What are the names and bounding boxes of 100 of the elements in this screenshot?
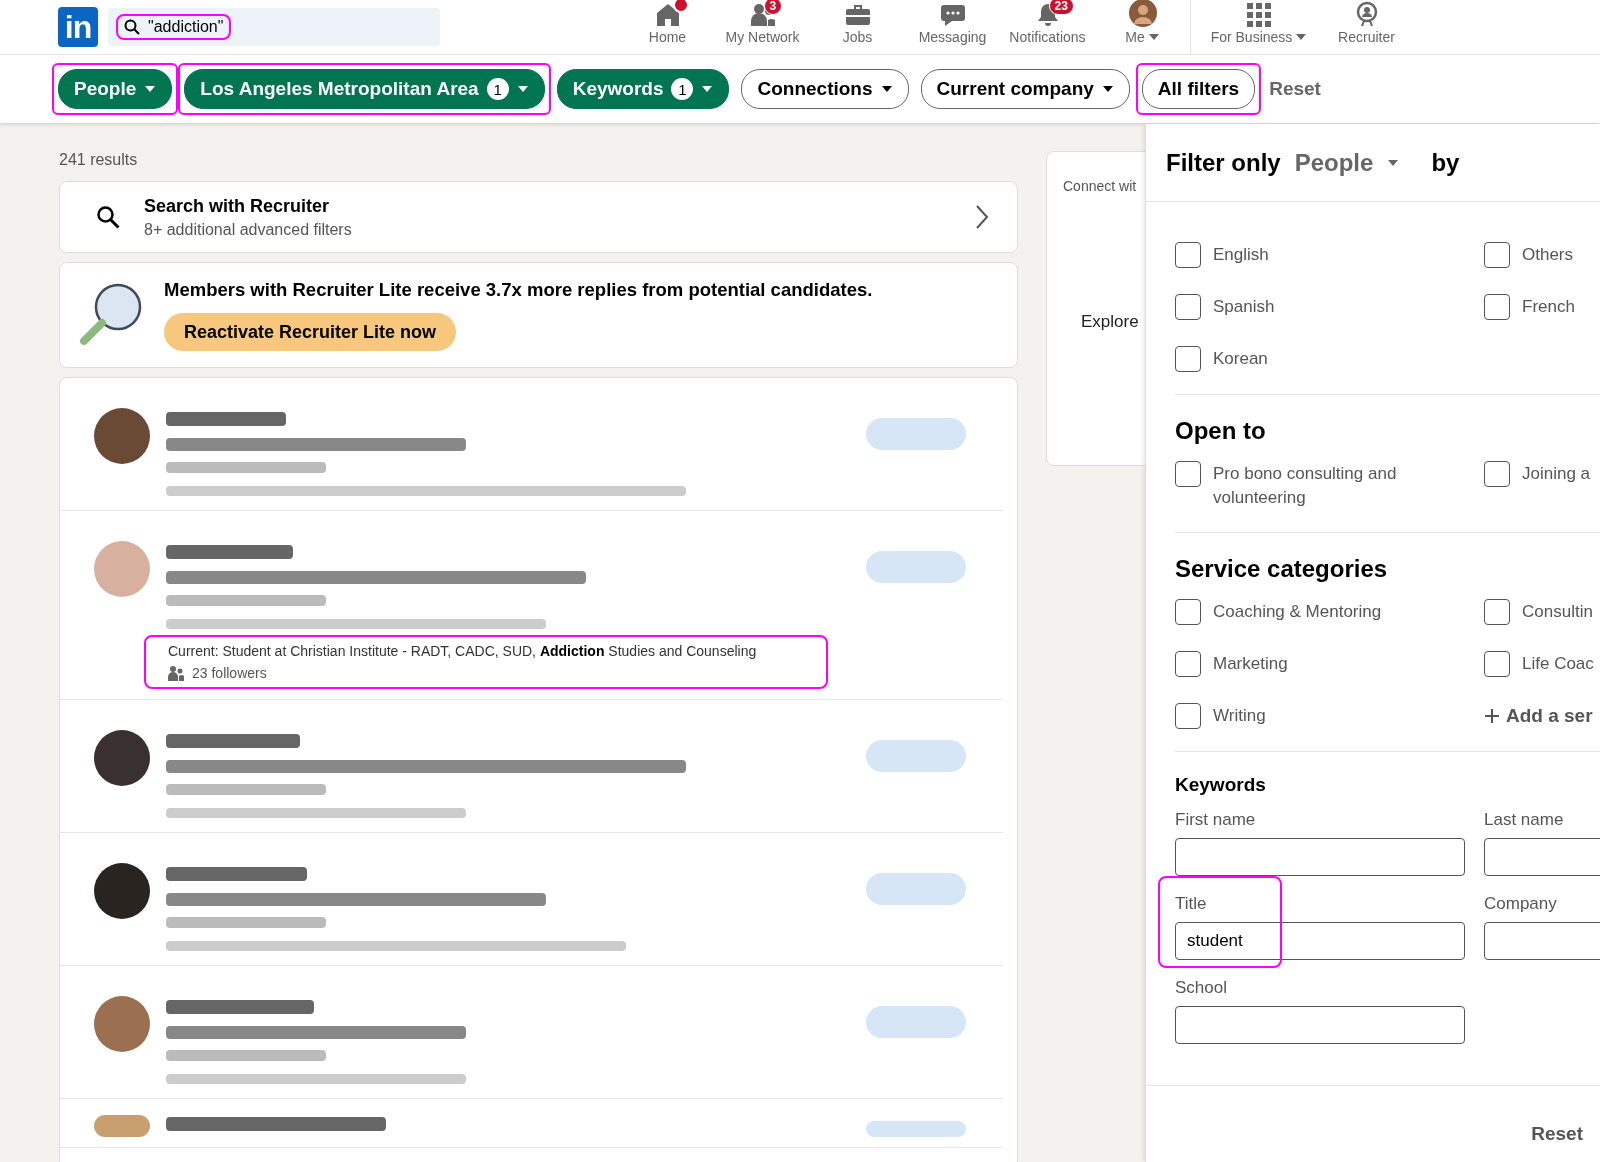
nav-item[interactable]: Home: [620, 0, 715, 54]
magnifier-icon: [78, 282, 144, 348]
search-icon: [96, 205, 120, 229]
checkbox-option[interactable]: Writing: [1175, 703, 1484, 729]
count-badge: 1: [486, 78, 509, 100]
checkbox[interactable]: [1484, 599, 1510, 625]
field-label: First name: [1175, 810, 1257, 830]
card-text: Connect wit: [1063, 178, 1137, 194]
caret-icon: [1101, 85, 1114, 93]
nav-item[interactable]: Jobs: [810, 0, 905, 54]
field-label: Company: [1484, 894, 1558, 914]
option-label: Korean: [1213, 348, 1268, 370]
checkbox[interactable]: [1175, 703, 1201, 729]
reactivate-button[interactable]: Reactivate Recruiter Lite now: [164, 313, 457, 351]
input-field[interactable]: [1175, 838, 1465, 876]
snippet-text: Current: Student at Christian Institute - RADT, CADC, SUD, Addiction Studies and Counseling: [168, 643, 758, 659]
checkbox-option[interactable]: Others: [1484, 242, 1600, 268]
logo[interactable]: in: [58, 7, 98, 47]
people-icon: [168, 665, 184, 681]
caret-icon: [516, 85, 529, 93]
filter-pill[interactable]: Los Angeles Metropolitan Area 1: [178, 63, 551, 115]
count-badge: 1: [671, 78, 694, 100]
followers-count: 23 followers: [192, 665, 267, 681]
chevron-right-icon: [975, 204, 989, 230]
checkbox-option[interactable]: Spanish: [1175, 294, 1484, 320]
plus-icon: [1484, 708, 1500, 724]
checkbox-option[interactable]: Korean: [1175, 346, 1484, 372]
option-label: Life Coac: [1522, 653, 1594, 675]
nav-item[interactable]: For Business: [1199, 0, 1319, 54]
recruiter-search-card[interactable]: Search with Recruiter 8+ additional advanced filters: [59, 181, 1018, 253]
caret-icon: [144, 85, 157, 93]
caret-icon: [880, 85, 893, 93]
checkbox[interactable]: [1175, 651, 1201, 677]
search-icon: [124, 19, 140, 35]
card-subtitle: 8+ additional advanced filters: [144, 220, 353, 239]
briefcase-icon: [844, 3, 871, 27]
section-heading: Service categories: [1175, 554, 1389, 584]
nav-item[interactable]: 23 Notifications: [1000, 0, 1095, 54]
field-label: Last name: [1484, 810, 1565, 830]
option-label: Marketing: [1213, 653, 1288, 675]
reset-button[interactable]: Reset: [1525, 1122, 1589, 1146]
option-label: English: [1213, 244, 1269, 266]
filter-pill[interactable]: People: [52, 63, 179, 115]
input-field[interactable]: student: [1175, 922, 1465, 960]
caret-icon: [701, 85, 714, 93]
checkbox-option[interactable]: Joining a: [1484, 461, 1600, 510]
nav-item[interactable]: 3 My Network: [715, 0, 810, 54]
checkbox-option[interactable]: Life Coac: [1484, 651, 1600, 677]
results-count: 241 results: [59, 151, 139, 169]
section-heading: Open to: [1175, 416, 1267, 446]
checkbox[interactable]: [1484, 242, 1510, 268]
checkbox-option[interactable]: Consultin: [1484, 599, 1600, 625]
checkbox[interactable]: [1175, 242, 1201, 268]
checkbox[interactable]: [1175, 599, 1201, 625]
checkbox[interactable]: [1175, 461, 1201, 487]
option-label: Coaching & Mentoring: [1213, 601, 1382, 623]
option-label: Pro bono consulting and volunteering: [1213, 463, 1398, 509]
filter-pill[interactable]: All filters: [1135, 63, 1262, 115]
nav-item[interactable]: Me: [1095, 0, 1190, 54]
notification-badge: 23: [1048, 0, 1074, 15]
checkbox-option[interactable]: French: [1484, 294, 1600, 320]
checkbox-option[interactable]: Pro bono consulting and volunteering: [1175, 461, 1484, 510]
notification-badge: 3: [763, 0, 783, 15]
option-label: Others: [1522, 244, 1574, 266]
apps-grid-icon: [1247, 3, 1271, 27]
checkbox-option[interactable]: Marketing: [1175, 651, 1484, 677]
checkbox[interactable]: [1484, 294, 1510, 320]
avatar: [1128, 0, 1157, 27]
search-query: "addiction": [147, 18, 224, 36]
input-field[interactable]: [1175, 1006, 1465, 1044]
checkbox[interactable]: [1484, 651, 1510, 677]
option-label: French: [1522, 296, 1575, 318]
checkbox[interactable]: [1175, 294, 1201, 320]
caret-icon: [1387, 158, 1400, 167]
option-label: Consultin: [1522, 601, 1593, 623]
caret-icon: [1147, 33, 1160, 41]
promo-text: Members with Recruiter Lite receive 3.7x more replies from potential candidates.: [164, 279, 873, 301]
option-label: Writing: [1213, 705, 1266, 727]
field-label: School: [1175, 978, 1228, 998]
panel-title-suffix: by: [1431, 148, 1460, 177]
nav-item[interactable]: Messaging: [905, 0, 1000, 54]
checkbox[interactable]: [1484, 461, 1510, 487]
option-label: Spanish: [1213, 296, 1275, 318]
panel-title: Filter only: [1166, 148, 1281, 177]
chat-bubble-icon: [939, 3, 966, 27]
nav-item[interactable]: Recruiter: [1319, 0, 1414, 54]
reset-link[interactable]: Reset: [1269, 78, 1321, 100]
search-field[interactable]: "addiction": [108, 8, 440, 46]
checkbox[interactable]: [1175, 346, 1201, 372]
caret-icon: [1295, 33, 1308, 41]
add-service-link[interactable]: Add a ser: [1484, 705, 1600, 727]
checkbox-option[interactable]: Coaching & Mentoring: [1175, 599, 1484, 625]
section-heading: Keywords: [1175, 773, 1267, 797]
type-dropdown[interactable]: People: [1294, 148, 1400, 177]
home-icon: [654, 3, 681, 27]
field-label: Title: [1175, 894, 1208, 914]
option-label: Joining a: [1522, 463, 1591, 485]
card-title: Search with Recruiter: [144, 195, 331, 217]
explore-link[interactable]: Explore: [1081, 312, 1139, 332]
checkbox-option[interactable]: English: [1175, 242, 1484, 268]
